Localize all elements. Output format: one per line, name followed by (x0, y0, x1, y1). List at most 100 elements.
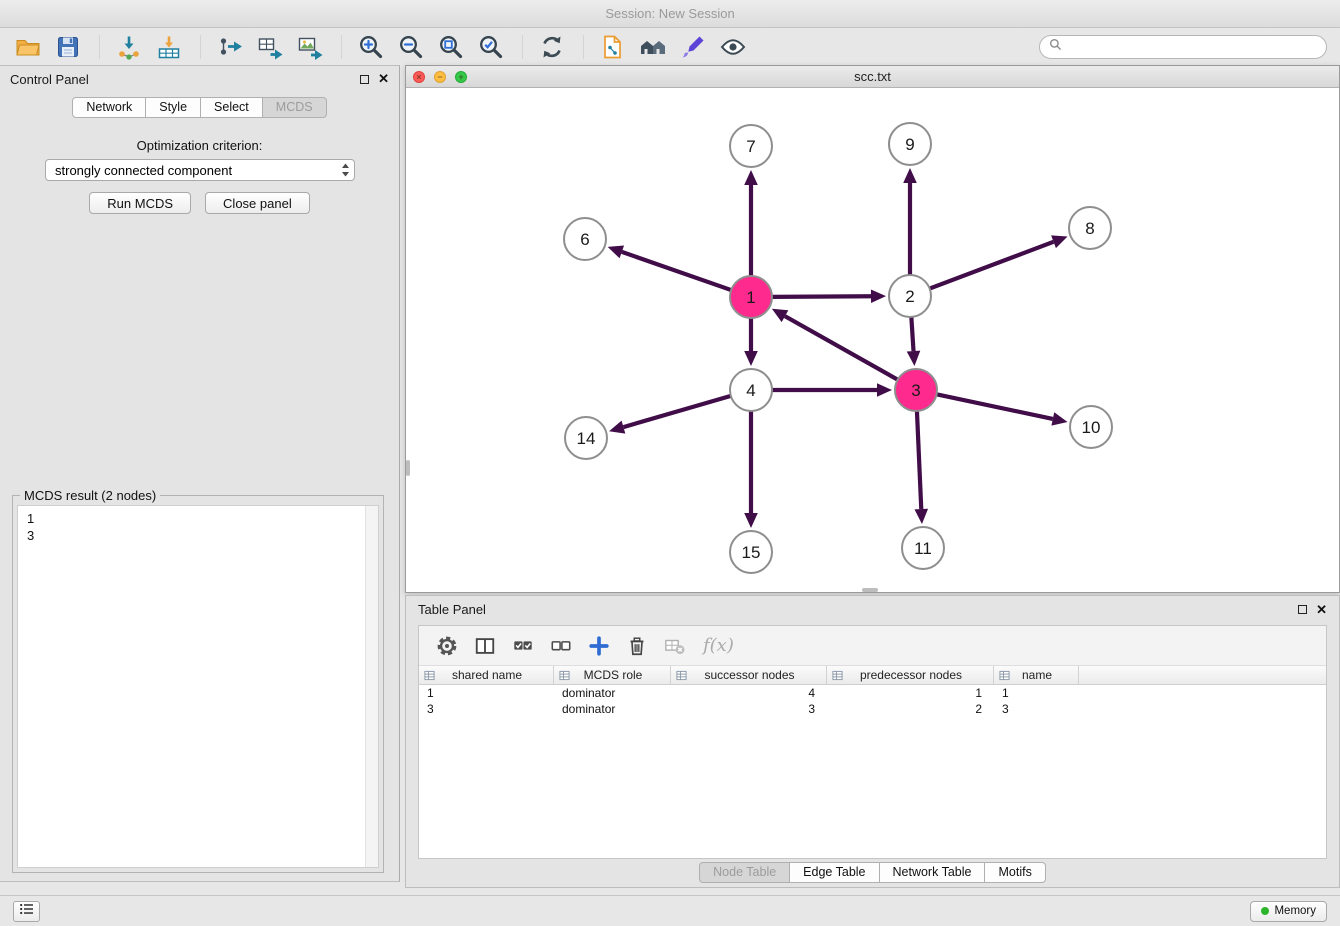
panel-list-button[interactable] (13, 901, 40, 922)
network-canvas[interactable]: 7 9 6 8 1 2 4 3 14 10 15 11 (406, 88, 1339, 592)
edge-3-10[interactable] (937, 394, 1053, 419)
float-panel-icon[interactable] (360, 75, 369, 84)
import-network-icon[interactable] (114, 33, 144, 61)
status-bar: Memory (0, 895, 1340, 926)
export-image-icon[interactable] (295, 33, 325, 61)
tab-edge-table[interactable]: Edge Table (790, 862, 879, 883)
tab-node-table[interactable]: Node Table (699, 862, 790, 883)
import-public-network-icon[interactable] (598, 33, 628, 61)
run-mcds-button[interactable]: Run MCDS (89, 192, 191, 214)
float-table-panel-icon[interactable] (1298, 605, 1307, 614)
svg-text:3: 3 (911, 381, 920, 400)
edge-1-2[interactable] (772, 296, 871, 297)
svg-text:7: 7 (746, 137, 755, 156)
sort-icon (424, 670, 435, 681)
create-column-icon[interactable] (581, 631, 616, 661)
table-toolbar: f(x) (419, 626, 1326, 666)
graph-node-4[interactable]: 4 (730, 369, 772, 411)
function-builder-icon[interactable]: f(x) (703, 635, 734, 656)
header-filler (1079, 666, 1326, 684)
open-session-icon[interactable] (13, 33, 43, 61)
export-table-icon[interactable] (255, 33, 285, 61)
vertical-scrollbar[interactable] (406, 460, 410, 476)
graph-node-3[interactable]: 3 (895, 369, 937, 411)
graph-node-9[interactable]: 9 (889, 123, 931, 165)
optimization-dropdown[interactable]: strongly connected component (45, 159, 355, 181)
apply-layout-icon[interactable] (537, 33, 567, 61)
table-cell: dominator (554, 702, 671, 716)
close-table-panel-icon[interactable]: ✕ (1316, 604, 1327, 616)
maximize-window-button[interactable]: + (455, 71, 467, 83)
tab-style[interactable]: Style (146, 97, 201, 118)
save-session-icon[interactable] (53, 33, 83, 61)
graph-node-14[interactable]: 14 (565, 417, 607, 459)
tab-motifs[interactable]: Motifs (985, 862, 1045, 883)
minimize-window-button[interactable]: − (434, 71, 446, 83)
column-header-successor-nodes[interactable]: successor nodes (671, 666, 827, 684)
zoom-in-icon[interactable] (356, 33, 386, 61)
edge-3-1[interactable] (785, 316, 898, 380)
column-header-MCDS-role[interactable]: MCDS role (554, 666, 671, 684)
edge-arrowhead (608, 245, 624, 258)
tab-network[interactable]: Network (72, 97, 146, 118)
delete-columns-icon[interactable] (619, 631, 654, 661)
result-scrollbar[interactable] (365, 506, 378, 867)
table-row[interactable]: 3dominator323 (419, 701, 1326, 717)
list-icon (19, 902, 35, 920)
graph-node-11[interactable]: 11 (902, 527, 944, 569)
search-input[interactable] (1067, 40, 1317, 54)
zoom-fit-icon[interactable] (436, 33, 466, 61)
graph-node-10[interactable]: 10 (1070, 406, 1112, 448)
deselect-all-icon[interactable] (543, 631, 578, 661)
graph-node-15[interactable]: 15 (730, 531, 772, 573)
edge-2-3[interactable] (911, 317, 913, 351)
tab-mcds[interactable]: MCDS (263, 97, 327, 118)
edge-4-14[interactable] (623, 396, 730, 427)
horizontal-scrollbar[interactable] (862, 588, 878, 592)
graph-node-8[interactable]: 8 (1069, 207, 1111, 249)
column-header-predecessor-nodes[interactable]: predecessor nodes (827, 666, 994, 684)
show-graphics-details-icon[interactable] (718, 33, 748, 61)
memory-button-label: Memory (1274, 905, 1316, 917)
edge-3-11[interactable] (917, 411, 921, 509)
close-panel-icon[interactable]: ✕ (378, 73, 389, 85)
column-header-shared-name[interactable]: shared name (419, 666, 554, 684)
edge-arrowhead (609, 421, 625, 434)
toggle-column-display-icon[interactable] (467, 631, 502, 661)
optimization-criterion-label: Optimization criterion: (0, 138, 399, 153)
graph-node-2[interactable]: 2 (889, 275, 931, 317)
close-panel-button[interactable]: Close panel (205, 192, 310, 214)
graph-node-7[interactable]: 7 (730, 125, 772, 167)
home-icon[interactable] (638, 33, 668, 61)
import-table-icon[interactable] (154, 33, 184, 61)
export-network-icon[interactable] (215, 33, 245, 61)
edge-1-6[interactable] (622, 252, 731, 290)
table-cell: 3 (671, 702, 827, 716)
main-toolbar (0, 29, 1340, 65)
select-all-icon[interactable] (505, 631, 540, 661)
mcds-result-list[interactable]: 13 (17, 505, 379, 868)
window-titlebar: Session: New Session (0, 0, 1340, 28)
network-window-titlebar[interactable]: scc.txt × − + (406, 66, 1339, 88)
memory-button[interactable]: Memory (1250, 901, 1327, 922)
column-header-name[interactable]: name (994, 666, 1079, 684)
delete-table-icon[interactable] (657, 631, 692, 661)
apply-style-icon[interactable] (678, 33, 708, 61)
svg-text:11: 11 (914, 539, 932, 558)
edge-2-8[interactable] (930, 242, 1054, 289)
tab-network-table[interactable]: Network Table (880, 862, 986, 883)
search-box[interactable] (1039, 35, 1327, 59)
settings-icon[interactable] (429, 631, 464, 661)
control-panel: Control Panel ✕ NetworkStyleSelectMCDS O… (0, 65, 400, 882)
edge-arrowhead (871, 289, 886, 303)
zoom-selected-icon[interactable] (476, 33, 506, 61)
close-window-button[interactable]: × (413, 71, 425, 83)
zoom-out-icon[interactable] (396, 33, 426, 61)
table-row[interactable]: 1dominator411 (419, 685, 1326, 701)
graph-node-6[interactable]: 6 (564, 218, 606, 260)
mcds-result-title: MCDS result (2 nodes) (20, 488, 160, 503)
graph-node-1[interactable]: 1 (730, 276, 772, 318)
tab-select[interactable]: Select (201, 97, 263, 118)
column-header-label: successor nodes (689, 668, 826, 682)
svg-text:14: 14 (577, 429, 596, 448)
